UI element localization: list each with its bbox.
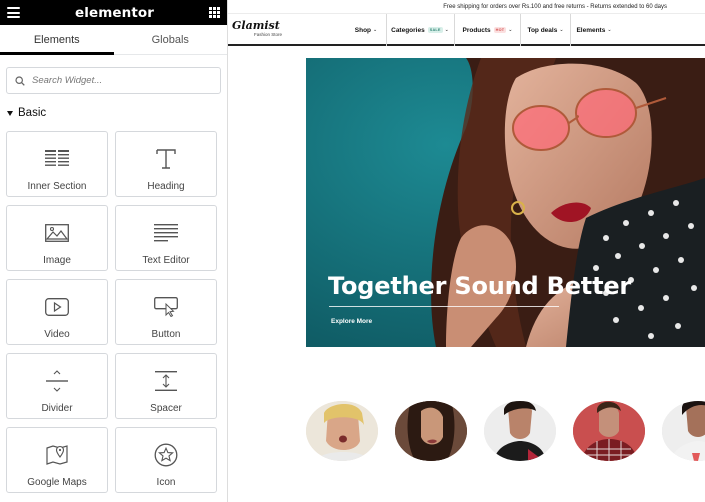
logo-tagline: Fashion Store [254, 32, 283, 37]
nav-label: Top deals [527, 26, 558, 34]
nav-categories[interactable]: Categories SALE ⌄ [387, 14, 453, 46]
nav-label: Elements [576, 26, 606, 34]
nav-top-deals[interactable]: Top deals ⌄ [521, 14, 570, 46]
hero-title: Together Sound Better [328, 272, 632, 300]
hot-badge: HOT [493, 27, 507, 33]
tab-globals[interactable]: Globals [114, 25, 228, 54]
caret-down-icon [7, 110, 13, 116]
widget-label: Image [43, 255, 71, 266]
category-circle[interactable] [395, 401, 467, 461]
category-image [662, 401, 705, 461]
panel-tabs: Elements Globals [0, 25, 227, 55]
nav-label: Shop [354, 26, 372, 34]
button-icon [154, 297, 178, 317]
chevron-down-icon: ⌄ [508, 27, 513, 33]
search-placeholder: Search Widget... [32, 75, 103, 86]
section-basic-label: Basic [18, 107, 47, 119]
hero-underline [329, 306, 559, 307]
inner-section-icon [45, 150, 69, 166]
search-icon [15, 75, 25, 86]
category-circle[interactable] [573, 401, 645, 461]
divider-icon [46, 370, 68, 392]
widget-grid: Inner Section Heading Image Text Editor … [6, 131, 217, 493]
nav-label: Products [462, 26, 491, 34]
widget-label: Inner Section [27, 181, 87, 192]
widget-label: Heading [147, 181, 185, 192]
category-circle[interactable] [306, 401, 378, 461]
widget-inner-section[interactable]: Inner Section [6, 131, 108, 197]
widget-icon[interactable]: Icon [115, 427, 217, 493]
widget-label: Button [151, 329, 181, 340]
google-maps-icon [46, 445, 68, 465]
announcement-bar: Free shipping for orders over Rs.100 and… [228, 0, 705, 14]
chevron-down-icon: ⌄ [559, 27, 564, 33]
nav-shop[interactable]: Shop ⌄ [348, 14, 384, 46]
category-circle[interactable] [484, 401, 556, 461]
hero-banner[interactable]: Together Sound Better Explore More [306, 58, 705, 347]
image-icon [45, 224, 69, 242]
explore-more-link[interactable]: Explore More [331, 318, 372, 325]
widget-label: Icon [156, 477, 176, 488]
elementor-panel: elementor Elements Globals Search Widget… [0, 0, 228, 502]
widget-spacer[interactable]: Spacer [115, 353, 217, 419]
nav-products[interactable]: Products HOT ⌄ [455, 14, 520, 46]
star-icon [154, 443, 178, 467]
widget-heading[interactable]: Heading [115, 131, 217, 197]
tab-elements[interactable]: Elements [0, 25, 114, 55]
video-icon [45, 298, 69, 316]
chevron-down-icon: ⌄ [373, 27, 378, 33]
chevron-down-icon: ⌄ [444, 27, 449, 33]
widget-text-editor[interactable]: Text Editor [115, 205, 217, 271]
grid-icon[interactable] [209, 7, 220, 18]
category-image [306, 401, 378, 461]
section-basic-toggle[interactable]: Basic [7, 107, 227, 119]
site-preview: Free shipping for orders over Rs.100 and… [228, 0, 705, 502]
spacer-icon [155, 371, 177, 391]
widget-label: Video [44, 329, 70, 340]
category-image [484, 401, 556, 461]
sale-badge: SALE [427, 27, 443, 33]
widget-image[interactable]: Image [6, 205, 108, 271]
heading-icon [156, 149, 176, 169]
hero-image [306, 58, 705, 347]
category-image [573, 401, 645, 461]
category-circle[interactable] [662, 401, 705, 461]
search-widget-input[interactable]: Search Widget... [6, 67, 221, 94]
panel-title: elementor [74, 4, 155, 21]
text-editor-icon [154, 224, 178, 242]
main-nav: Glamist Fashion Store Shop ⌄ Categories S… [228, 14, 705, 46]
category-image [395, 401, 467, 461]
widget-label: Spacer [150, 403, 182, 414]
widget-label: Google Maps [27, 477, 87, 488]
widget-video[interactable]: Video [6, 279, 108, 345]
chevron-down-icon: ⌄ [607, 27, 612, 33]
widget-button[interactable]: Button [115, 279, 217, 345]
widget-label: Text Editor [142, 255, 190, 266]
widget-label: Divider [41, 403, 73, 414]
site-logo[interactable]: Glamist Fashion Store [232, 20, 312, 38]
menu-icon[interactable] [7, 7, 20, 18]
nav-label: Categories [391, 26, 425, 34]
nav-elements[interactable]: Elements ⌄ [571, 14, 617, 46]
widget-google-maps[interactable]: Google Maps [6, 427, 108, 493]
logo-name: Glamist [232, 19, 280, 32]
widget-divider[interactable]: Divider [6, 353, 108, 419]
announcement-text: Free shipping for orders over Rs.100 and… [443, 3, 667, 10]
panel-header: elementor [0, 0, 227, 25]
